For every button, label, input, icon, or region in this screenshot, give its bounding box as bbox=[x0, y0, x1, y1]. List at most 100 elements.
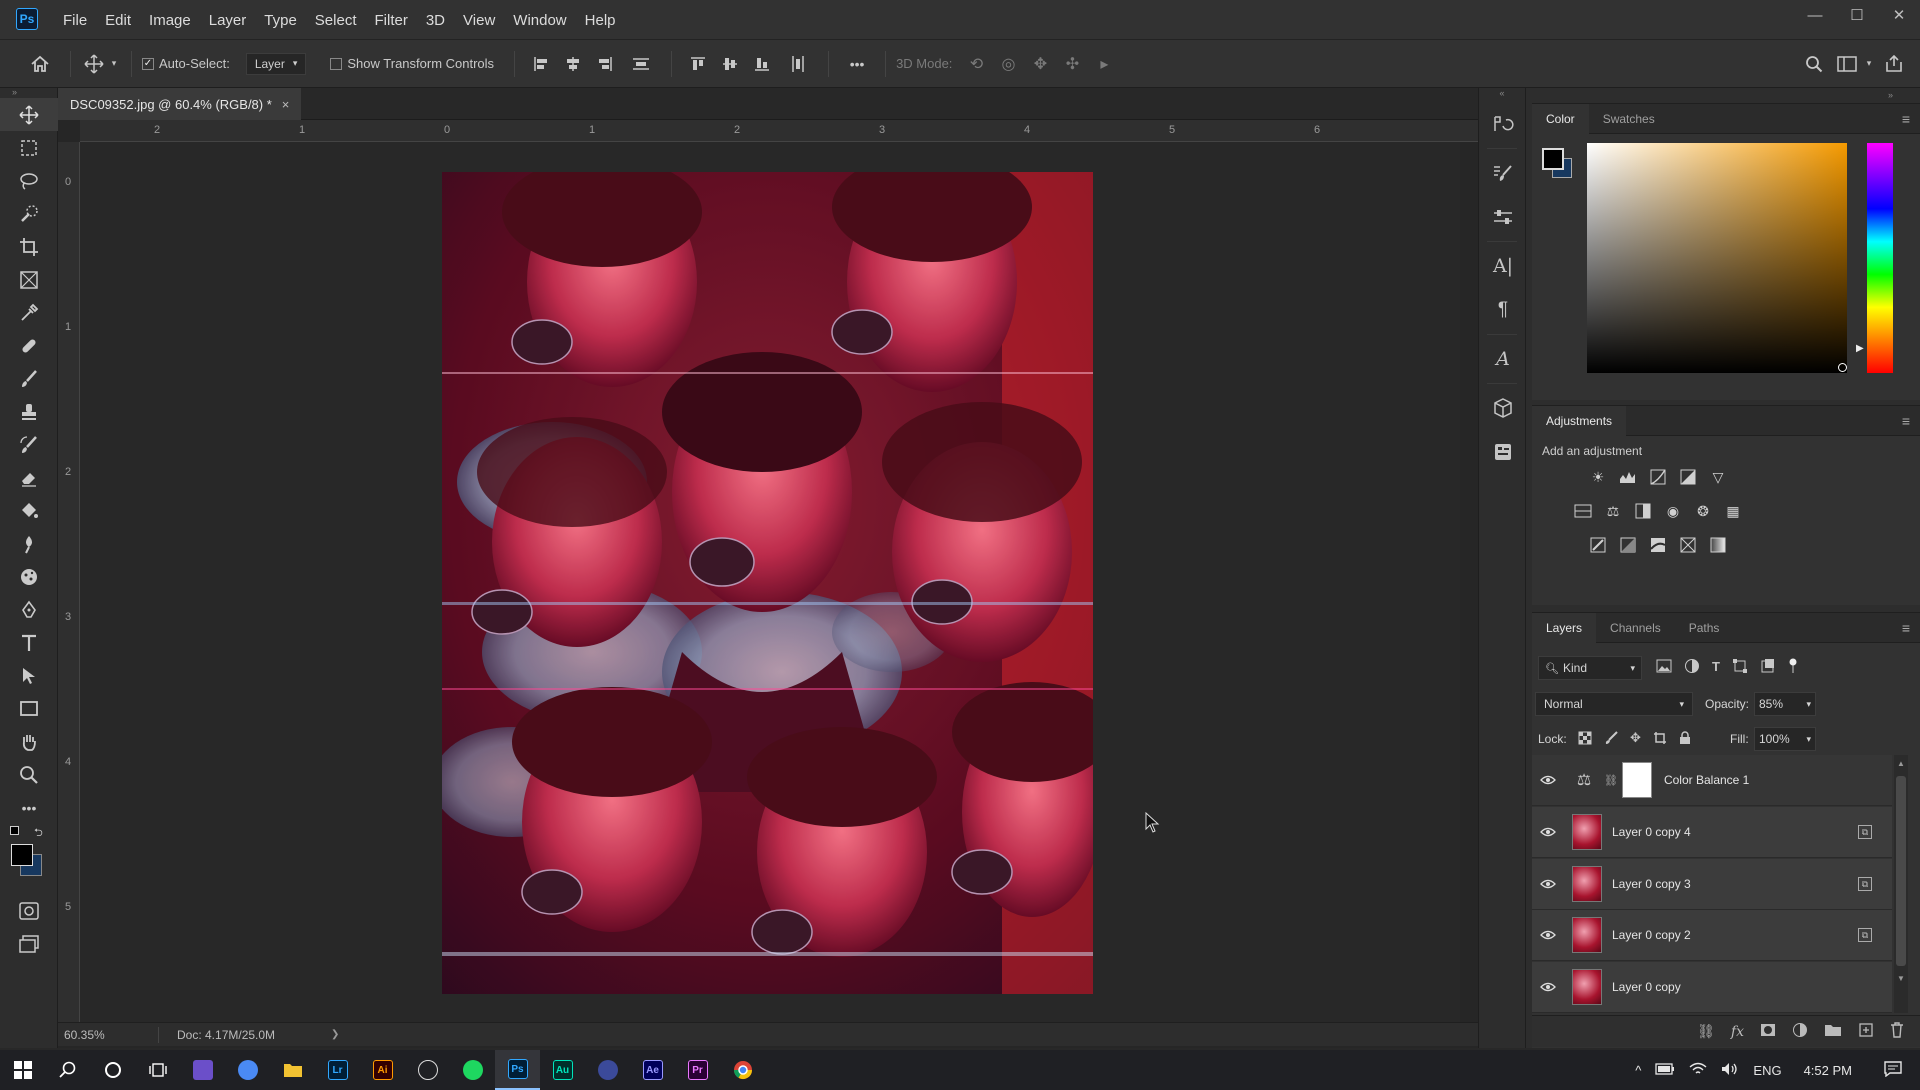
history-brush-tool[interactable] bbox=[0, 428, 58, 461]
marquee-tool[interactable] bbox=[0, 131, 58, 164]
distribute-icon[interactable] bbox=[621, 56, 661, 72]
eraser-tool[interactable] bbox=[0, 461, 58, 494]
cortana-icon[interactable] bbox=[90, 1050, 135, 1090]
taskbar-app-icon[interactable] bbox=[585, 1050, 630, 1090]
filter-adjustment-layers-icon[interactable] bbox=[1684, 658, 1700, 674]
crop-tool[interactable] bbox=[0, 230, 58, 263]
chevron-down-icon[interactable]: ▾ bbox=[1806, 699, 1811, 710]
menu-help[interactable]: Help bbox=[576, 12, 625, 29]
menu-type[interactable]: Type bbox=[255, 12, 306, 29]
show-transform-checkbox[interactable] bbox=[330, 57, 343, 70]
layer-thumbnail[interactable] bbox=[1572, 969, 1602, 1005]
layer-filter-kind-dropdown[interactable]: 🔍︎ Kind ▾ bbox=[1538, 656, 1642, 680]
add-mask-icon[interactable] bbox=[1760, 1023, 1776, 1040]
lock-artboard-icon[interactable] bbox=[1653, 730, 1667, 746]
layer-row[interactable]: Layer 0 copy 3 ⧉ bbox=[1532, 859, 1892, 910]
levels-icon[interactable] bbox=[1618, 467, 1638, 487]
color-balance-icon[interactable]: ⚖ bbox=[1603, 501, 1623, 521]
color-lookup-icon[interactable]: ▦ bbox=[1723, 501, 1743, 521]
auto-select-option[interactable]: ✓ Auto-Select: bbox=[142, 56, 230, 71]
move-tool-icon[interactable] bbox=[81, 53, 107, 74]
blend-mode-dropdown[interactable]: Normal ▾ bbox=[1535, 692, 1693, 716]
layer-row[interactable]: Layer 0 copy 4 ⧉ bbox=[1532, 807, 1892, 858]
show-transform-option[interactable]: Show Transform Controls bbox=[330, 56, 494, 71]
search-icon[interactable] bbox=[1796, 55, 1832, 73]
scroll-down-icon[interactable]: ▼ bbox=[1894, 974, 1908, 983]
channel-mixer-icon[interactable]: ❂ bbox=[1693, 501, 1713, 521]
layer-thumbnail[interactable] bbox=[1572, 814, 1602, 850]
default-colors-icon[interactable] bbox=[10, 826, 19, 835]
collapse-icon[interactable]: « bbox=[1479, 88, 1525, 102]
3d-panel-icon[interactable] bbox=[1479, 386, 1527, 430]
align-right-icon[interactable] bbox=[589, 56, 621, 72]
taskbar-app-icon[interactable] bbox=[180, 1050, 225, 1090]
menu-filter[interactable]: Filter bbox=[366, 12, 417, 29]
slide-3d-icon[interactable]: ✣ bbox=[1056, 54, 1088, 74]
horizontal-ruler[interactable]: 2 1 0 1 2 3 4 5 6 bbox=[80, 120, 1478, 142]
filter-pixel-layers-icon[interactable] bbox=[1656, 658, 1672, 674]
menu-layer[interactable]: Layer bbox=[200, 12, 256, 29]
swap-colors-icon[interactable]: ⮌ bbox=[34, 824, 43, 843]
show-hidden-icons[interactable]: ^ bbox=[1635, 1063, 1641, 1078]
layer-name[interactable]: Color Balance 1 bbox=[1664, 773, 1892, 787]
chevron-down-icon[interactable]: ▾ bbox=[107, 58, 121, 69]
pen-tool[interactable] bbox=[0, 593, 58, 626]
foreground-color-swatch[interactable] bbox=[1542, 148, 1564, 170]
visibility-eye-icon[interactable] bbox=[1532, 827, 1564, 837]
share-icon[interactable] bbox=[1876, 54, 1912, 73]
brightness-contrast-icon[interactable]: ☀ bbox=[1588, 467, 1608, 487]
align-horizontal-center-icon[interactable] bbox=[557, 56, 589, 72]
layer-name[interactable]: Layer 0 copy 2 bbox=[1612, 928, 1858, 942]
color-picker-handle[interactable] bbox=[1838, 363, 1847, 372]
panel-menu-icon[interactable]: ≡ bbox=[1902, 620, 1910, 636]
visibility-eye-icon[interactable] bbox=[1532, 879, 1564, 889]
scrollbar-thumb[interactable] bbox=[1896, 776, 1906, 966]
roll-3d-icon[interactable]: ◎ bbox=[992, 54, 1024, 74]
taskbar-app-icon[interactable]: Au bbox=[540, 1050, 585, 1090]
volume-icon[interactable] bbox=[1721, 1062, 1739, 1079]
tab-channels[interactable]: Channels bbox=[1596, 613, 1675, 643]
visibility-eye-icon[interactable] bbox=[1532, 775, 1564, 785]
foreground-color-swatch[interactable] bbox=[11, 844, 33, 866]
healing-brush-tool[interactable] bbox=[0, 329, 58, 362]
search-icon[interactable] bbox=[45, 1050, 90, 1090]
maximize-button[interactable]: ☐ bbox=[1836, 0, 1878, 30]
lasso-tool[interactable] bbox=[0, 164, 58, 197]
vibrance-icon[interactable]: ▽ bbox=[1708, 467, 1728, 487]
chevron-down-icon[interactable]: ▾ bbox=[1862, 58, 1876, 69]
menu-window[interactable]: Window bbox=[504, 12, 575, 29]
collapse-icon[interactable]: » bbox=[1888, 90, 1893, 100]
panel-menu-icon[interactable]: ≡ bbox=[1902, 111, 1910, 127]
panel-menu-icon[interactable]: ≡ bbox=[1902, 413, 1910, 429]
paragraph-panel-icon[interactable]: ¶ bbox=[1479, 288, 1527, 332]
threshold-icon[interactable] bbox=[1648, 535, 1668, 555]
close-tab-icon[interactable]: × bbox=[282, 97, 290, 112]
vertical-ruler[interactable]: 0 1 2 3 4 5 bbox=[58, 142, 80, 1022]
filter-toggle-icon[interactable] bbox=[1788, 658, 1798, 674]
align-left-icon[interactable] bbox=[525, 56, 557, 72]
layer-name[interactable]: Layer 0 copy 4 bbox=[1612, 825, 1858, 839]
spotify-icon[interactable] bbox=[450, 1050, 495, 1090]
lock-position-icon[interactable]: ✥ bbox=[1630, 730, 1641, 746]
menu-select[interactable]: Select bbox=[306, 12, 366, 29]
scroll-up-icon[interactable]: ▲ bbox=[1894, 759, 1908, 768]
layer-name[interactable]: Layer 0 copy bbox=[1612, 980, 1892, 994]
brush-tool[interactable] bbox=[0, 362, 58, 395]
minimize-button[interactable]: — bbox=[1794, 0, 1836, 30]
canvas-image[interactable] bbox=[442, 172, 1093, 994]
new-group-icon[interactable] bbox=[1824, 1023, 1842, 1040]
collapse-icon[interactable]: » bbox=[0, 88, 57, 98]
frame-tool[interactable] bbox=[0, 263, 58, 296]
fill-input[interactable]: 100% ▾ bbox=[1754, 727, 1816, 751]
link-layers-icon[interactable]: ⛓ bbox=[1697, 1023, 1715, 1040]
auto-select-checkbox[interactable]: ✓ bbox=[142, 57, 154, 70]
layer-style-fx-icon[interactable]: fx bbox=[1731, 1024, 1744, 1040]
close-button[interactable]: ✕ bbox=[1878, 0, 1920, 30]
photo-filter-icon[interactable]: ◉ bbox=[1663, 501, 1683, 521]
clock-time[interactable]: 4:52 PM bbox=[1804, 1063, 1852, 1078]
layer-name[interactable]: Layer 0 copy 3 bbox=[1612, 877, 1858, 891]
history-panel-icon[interactable] bbox=[1479, 102, 1527, 146]
gradient-map-icon[interactable] bbox=[1708, 535, 1728, 555]
quick-selection-tool[interactable] bbox=[0, 197, 58, 230]
clone-stamp-tool[interactable] bbox=[0, 395, 58, 428]
